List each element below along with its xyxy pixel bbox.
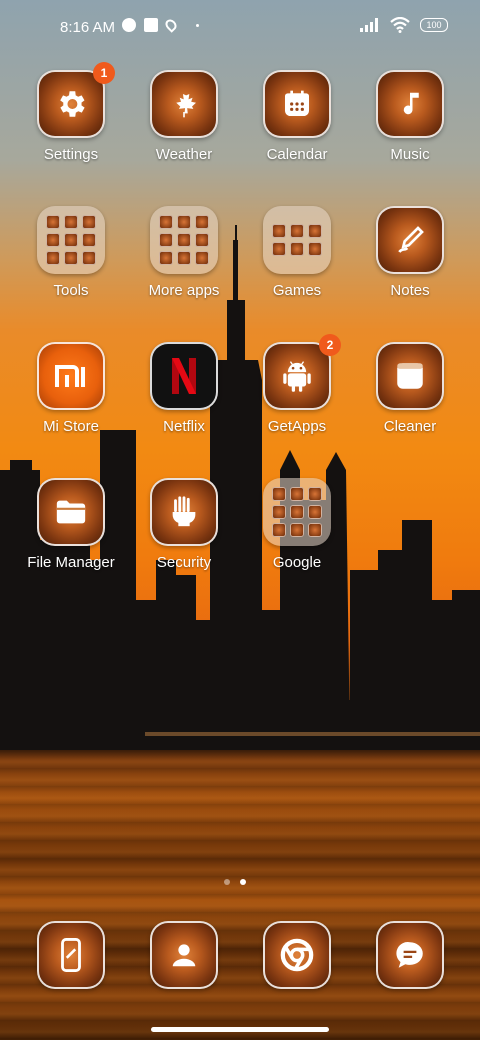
page-indicator [224, 879, 246, 885]
netflix-logo-icon [172, 358, 196, 394]
notification-square-icon [144, 18, 158, 32]
calendar-icon [285, 90, 309, 116]
maple-leaf-icon [176, 90, 196, 118]
folder-label: Tools [53, 282, 89, 299]
data-saver-icon [122, 18, 136, 32]
folder-icon [56, 500, 86, 524]
app-mi-store[interactable]: Mi Store [16, 342, 126, 435]
chrome-icon [280, 938, 314, 972]
mi-logo-icon [55, 365, 85, 387]
cleaner-icon [397, 363, 423, 389]
phone-icon [61, 938, 81, 972]
wifi-icon [390, 17, 410, 33]
app-label: Music [390, 146, 430, 163]
app-getapps[interactable]: 2 GetApps [242, 334, 352, 435]
gear-icon [60, 91, 85, 117]
folder-label: Games [272, 282, 322, 299]
folder-label: Google [272, 554, 322, 571]
app-label: File Manager [27, 554, 115, 571]
app-notes[interactable]: Notes [355, 206, 465, 299]
water-reflection [0, 750, 480, 1040]
more-dot-icon [196, 23, 199, 27]
app-security[interactable]: Security [129, 478, 239, 571]
app-calendar[interactable]: Calendar [242, 70, 352, 163]
notification-badge: 2 [319, 334, 341, 356]
messages-icon [396, 942, 423, 968]
signal-icon [360, 18, 378, 32]
music-note-icon [403, 92, 419, 115]
folder-more-apps[interactable]: More apps [129, 206, 239, 299]
dock-messages[interactable] [355, 921, 465, 989]
app-netflix[interactable]: Netflix [129, 342, 239, 435]
folder-google[interactable]: Google [242, 478, 352, 571]
app-weather[interactable]: Weather [129, 70, 239, 163]
page-dot[interactable] [224, 879, 230, 885]
status-time: 8:16 AM [60, 19, 116, 36]
battery-indicator: 100 [420, 18, 448, 32]
app-label: Calendar [266, 146, 328, 163]
android-icon [283, 361, 311, 392]
dock-phone[interactable] [16, 921, 126, 989]
shield-hand-icon [172, 496, 196, 527]
app-label: Weather [155, 146, 213, 163]
folder-label: More apps [148, 282, 220, 299]
app-settings[interactable]: 1 Settings [16, 62, 126, 163]
page-dot-active[interactable] [240, 879, 246, 885]
status-bar: 8:16 AM 100 [0, 0, 480, 56]
app-label: Notes [390, 282, 430, 299]
app-label: GetApps [267, 418, 327, 435]
notification-badge: 1 [93, 62, 115, 84]
app-label: Netflix [163, 418, 205, 435]
location-pin-icon [163, 17, 179, 33]
app-label: Settings [43, 146, 99, 163]
dock-chrome[interactable] [242, 921, 352, 989]
contacts-icon [172, 944, 196, 967]
app-label: Security [156, 554, 212, 571]
folder-tools[interactable]: Tools [16, 206, 126, 299]
app-label: Cleaner [383, 418, 437, 435]
app-cleaner[interactable]: Cleaner [355, 342, 465, 435]
folder-games[interactable]: Games [242, 206, 352, 299]
app-file-manager[interactable]: File Manager [16, 478, 126, 571]
app-music[interactable]: Music [355, 70, 465, 163]
app-label: Mi Store [43, 418, 99, 435]
pen-icon [398, 226, 424, 253]
gesture-bar[interactable] [151, 1027, 329, 1032]
dock-contacts[interactable] [129, 921, 239, 989]
